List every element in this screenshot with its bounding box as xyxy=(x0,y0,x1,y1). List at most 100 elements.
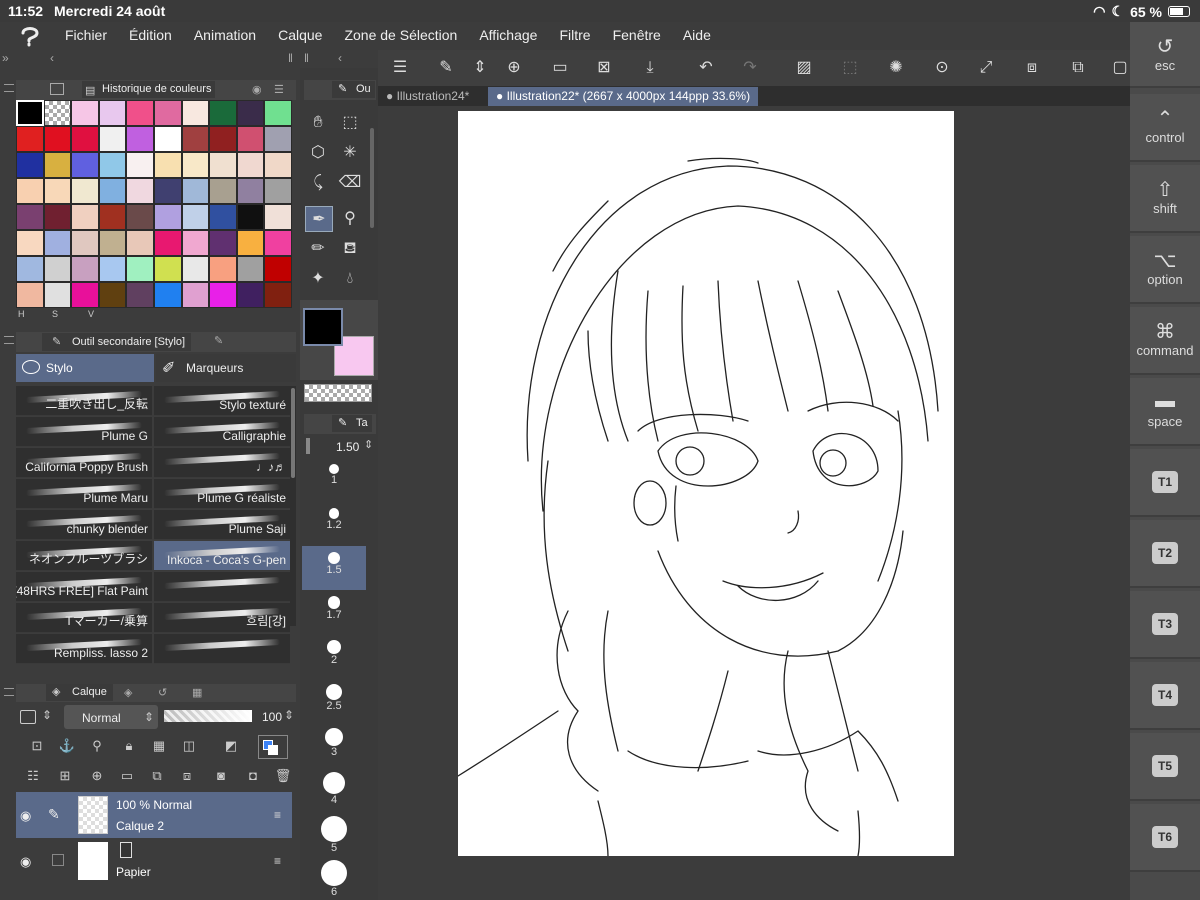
3d-cube-icon[interactable]: ⬡ xyxy=(304,140,332,166)
color-swatch[interactable] xyxy=(236,100,265,126)
pencil-icon[interactable]: ✏︎ xyxy=(304,236,332,262)
brush-size-value[interactable]: 1.50 xyxy=(336,440,359,454)
brush-item[interactable]: Tマーカー/乗算 xyxy=(16,603,152,633)
layer-mask-icon[interactable]: ◙ xyxy=(212,767,230,785)
new-vector-layer-icon[interactable]: ⊕ xyxy=(88,767,106,785)
color-swatch[interactable] xyxy=(236,152,265,178)
color-swatch[interactable] xyxy=(126,204,154,230)
color-swatch[interactable] xyxy=(126,152,154,178)
color-swatch[interactable] xyxy=(43,126,72,152)
blur-drop-icon[interactable]: 💧︎ xyxy=(336,266,364,292)
size-slider-handle[interactable] xyxy=(306,438,310,454)
color-swatch[interactable] xyxy=(16,204,44,230)
brush-item[interactable]: Nubes [48HRS FREE] Flat Paint xyxy=(16,572,152,602)
color-swatch[interactable] xyxy=(181,230,210,256)
color-swatch[interactable] xyxy=(236,230,265,256)
mask-icon[interactable]: ◫ xyxy=(180,737,198,755)
brush-item[interactable]: Inkoca - Coca's G-pen xyxy=(154,541,290,571)
eraser-icon[interactable]: ⌫ xyxy=(336,170,364,196)
color-swatch[interactable] xyxy=(209,100,237,126)
pen-edit-icon[interactable]: ✎ xyxy=(48,806,60,823)
color-swatch[interactable] xyxy=(43,256,72,282)
menu-item[interactable]: Affichage xyxy=(479,27,537,43)
color-swatch[interactable] xyxy=(264,282,292,308)
back-arrow-icon[interactable]: ‹ xyxy=(338,51,342,65)
color-swatch[interactable] xyxy=(126,256,154,282)
menu-item[interactable]: Calque xyxy=(278,27,322,43)
color-swatch[interactable] xyxy=(43,178,72,204)
color-swatch[interactable] xyxy=(264,152,292,178)
brush-item[interactable]: ネオンフルーツブラシ xyxy=(16,541,152,571)
color-swatch[interactable] xyxy=(153,178,182,204)
lock-icon[interactable]: 🔒︎ xyxy=(120,737,138,755)
menu-item[interactable]: Filtre xyxy=(559,27,590,43)
subtool-group-stylo[interactable]: Stylo xyxy=(16,354,154,382)
layer-row[interactable]: ◉ Papier ≡ xyxy=(16,838,292,884)
color-swatch[interactable] xyxy=(71,230,99,256)
brush-item[interactable]: Calligraphie xyxy=(154,417,290,447)
color-swatch[interactable] xyxy=(264,204,292,230)
color-swatch[interactable] xyxy=(209,256,237,282)
color-history-tab[interactable]: ▤ Historique de couleurs xyxy=(82,81,216,98)
opacity-value[interactable]: 100 xyxy=(262,710,282,724)
new-raster-layer-icon[interactable]: ⊞ xyxy=(56,767,74,785)
layers-stack-icon[interactable]: ⧉ xyxy=(1066,56,1090,80)
eyedropper-icon[interactable]: ⤹ xyxy=(304,170,332,196)
color-swatch[interactable] xyxy=(181,178,210,204)
open-folder-icon[interactable]: ▭ xyxy=(548,56,572,80)
color-swatch[interactable] xyxy=(181,204,210,230)
color-set-tab-icon[interactable] xyxy=(50,83,64,95)
eye-icon[interactable]: ◉ xyxy=(20,854,31,870)
brush-item[interactable]: 二重吹き出し_反転 xyxy=(16,386,152,416)
subtool-group-marqueurs[interactable]: ✐ Marqueurs xyxy=(156,354,296,382)
brush-item[interactable]: California Poppy Brush xyxy=(16,448,152,478)
key-option[interactable]: ⌥ option xyxy=(1130,236,1200,304)
trash-icon[interactable]: 🗑︎ xyxy=(274,767,292,785)
color-swatch[interactable] xyxy=(264,230,292,256)
brush-item[interactable]: Plume Saji xyxy=(154,510,290,540)
layer-property-tab-icon[interactable]: ◈ xyxy=(124,686,132,699)
collapse-dock-icon[interactable]: » xyxy=(2,51,9,65)
key-t4[interactable]: T4 xyxy=(1130,662,1200,730)
color-swatch[interactable] xyxy=(236,282,265,308)
color-swatch[interactable] xyxy=(153,256,182,282)
color-swatch[interactable] xyxy=(16,178,44,204)
color-swatch[interactable] xyxy=(98,282,127,308)
brush-size-item[interactable]: 6 xyxy=(302,854,366,898)
color-swatch[interactable] xyxy=(153,230,182,256)
color-swatch[interactable] xyxy=(181,282,210,308)
tab-illustration24[interactable]: ● Illustration24* xyxy=(378,87,477,106)
color-swatch[interactable] xyxy=(209,282,237,308)
color-swatch[interactable] xyxy=(16,126,44,152)
color-swatch[interactable] xyxy=(264,126,292,152)
color-swatch[interactable] xyxy=(71,204,99,230)
ruler-icon[interactable]: ◩ xyxy=(222,737,240,755)
color-swatch[interactable] xyxy=(209,230,237,256)
color-swatch[interactable] xyxy=(181,100,210,126)
color-swatch[interactable] xyxy=(181,126,210,152)
key-t2[interactable]: T2 xyxy=(1130,520,1200,588)
color-swatch[interactable] xyxy=(236,178,265,204)
color-swatch[interactable] xyxy=(98,152,127,178)
color-swatch[interactable] xyxy=(209,204,237,230)
subtool-tab[interactable]: ✎ Outil secondaire [Stylo] xyxy=(42,333,192,351)
color-swatch[interactable] xyxy=(98,230,127,256)
animation-tab-icon[interactable]: ▦ xyxy=(192,686,202,699)
pen-tool-icon[interactable]: ✒ xyxy=(305,206,333,232)
dock-divider-icon[interactable]: ‖ xyxy=(304,51,309,65)
color-swatch[interactable] xyxy=(98,178,127,204)
brush-item[interactable]: ♩♪♬ xyxy=(154,448,290,478)
panel-grip[interactable] xyxy=(2,684,16,702)
color-swatch[interactable] xyxy=(43,100,72,126)
color-swatch[interactable] xyxy=(98,204,127,230)
brush-item[interactable] xyxy=(154,634,290,664)
color-swatch[interactable] xyxy=(126,282,154,308)
key-t3[interactable]: T3 xyxy=(1130,591,1200,659)
menu-item[interactable]: Aide xyxy=(683,27,711,43)
panel-menu-icon[interactable]: ☰ xyxy=(274,83,284,96)
brush-item[interactable]: Stylo texturé xyxy=(154,386,290,416)
edit-target-checkbox[interactable] xyxy=(52,854,64,866)
draft-layer-icon[interactable]: ⚲ xyxy=(88,737,106,755)
key-t6[interactable]: T6 xyxy=(1130,804,1200,872)
color-swatch[interactable] xyxy=(153,204,182,230)
